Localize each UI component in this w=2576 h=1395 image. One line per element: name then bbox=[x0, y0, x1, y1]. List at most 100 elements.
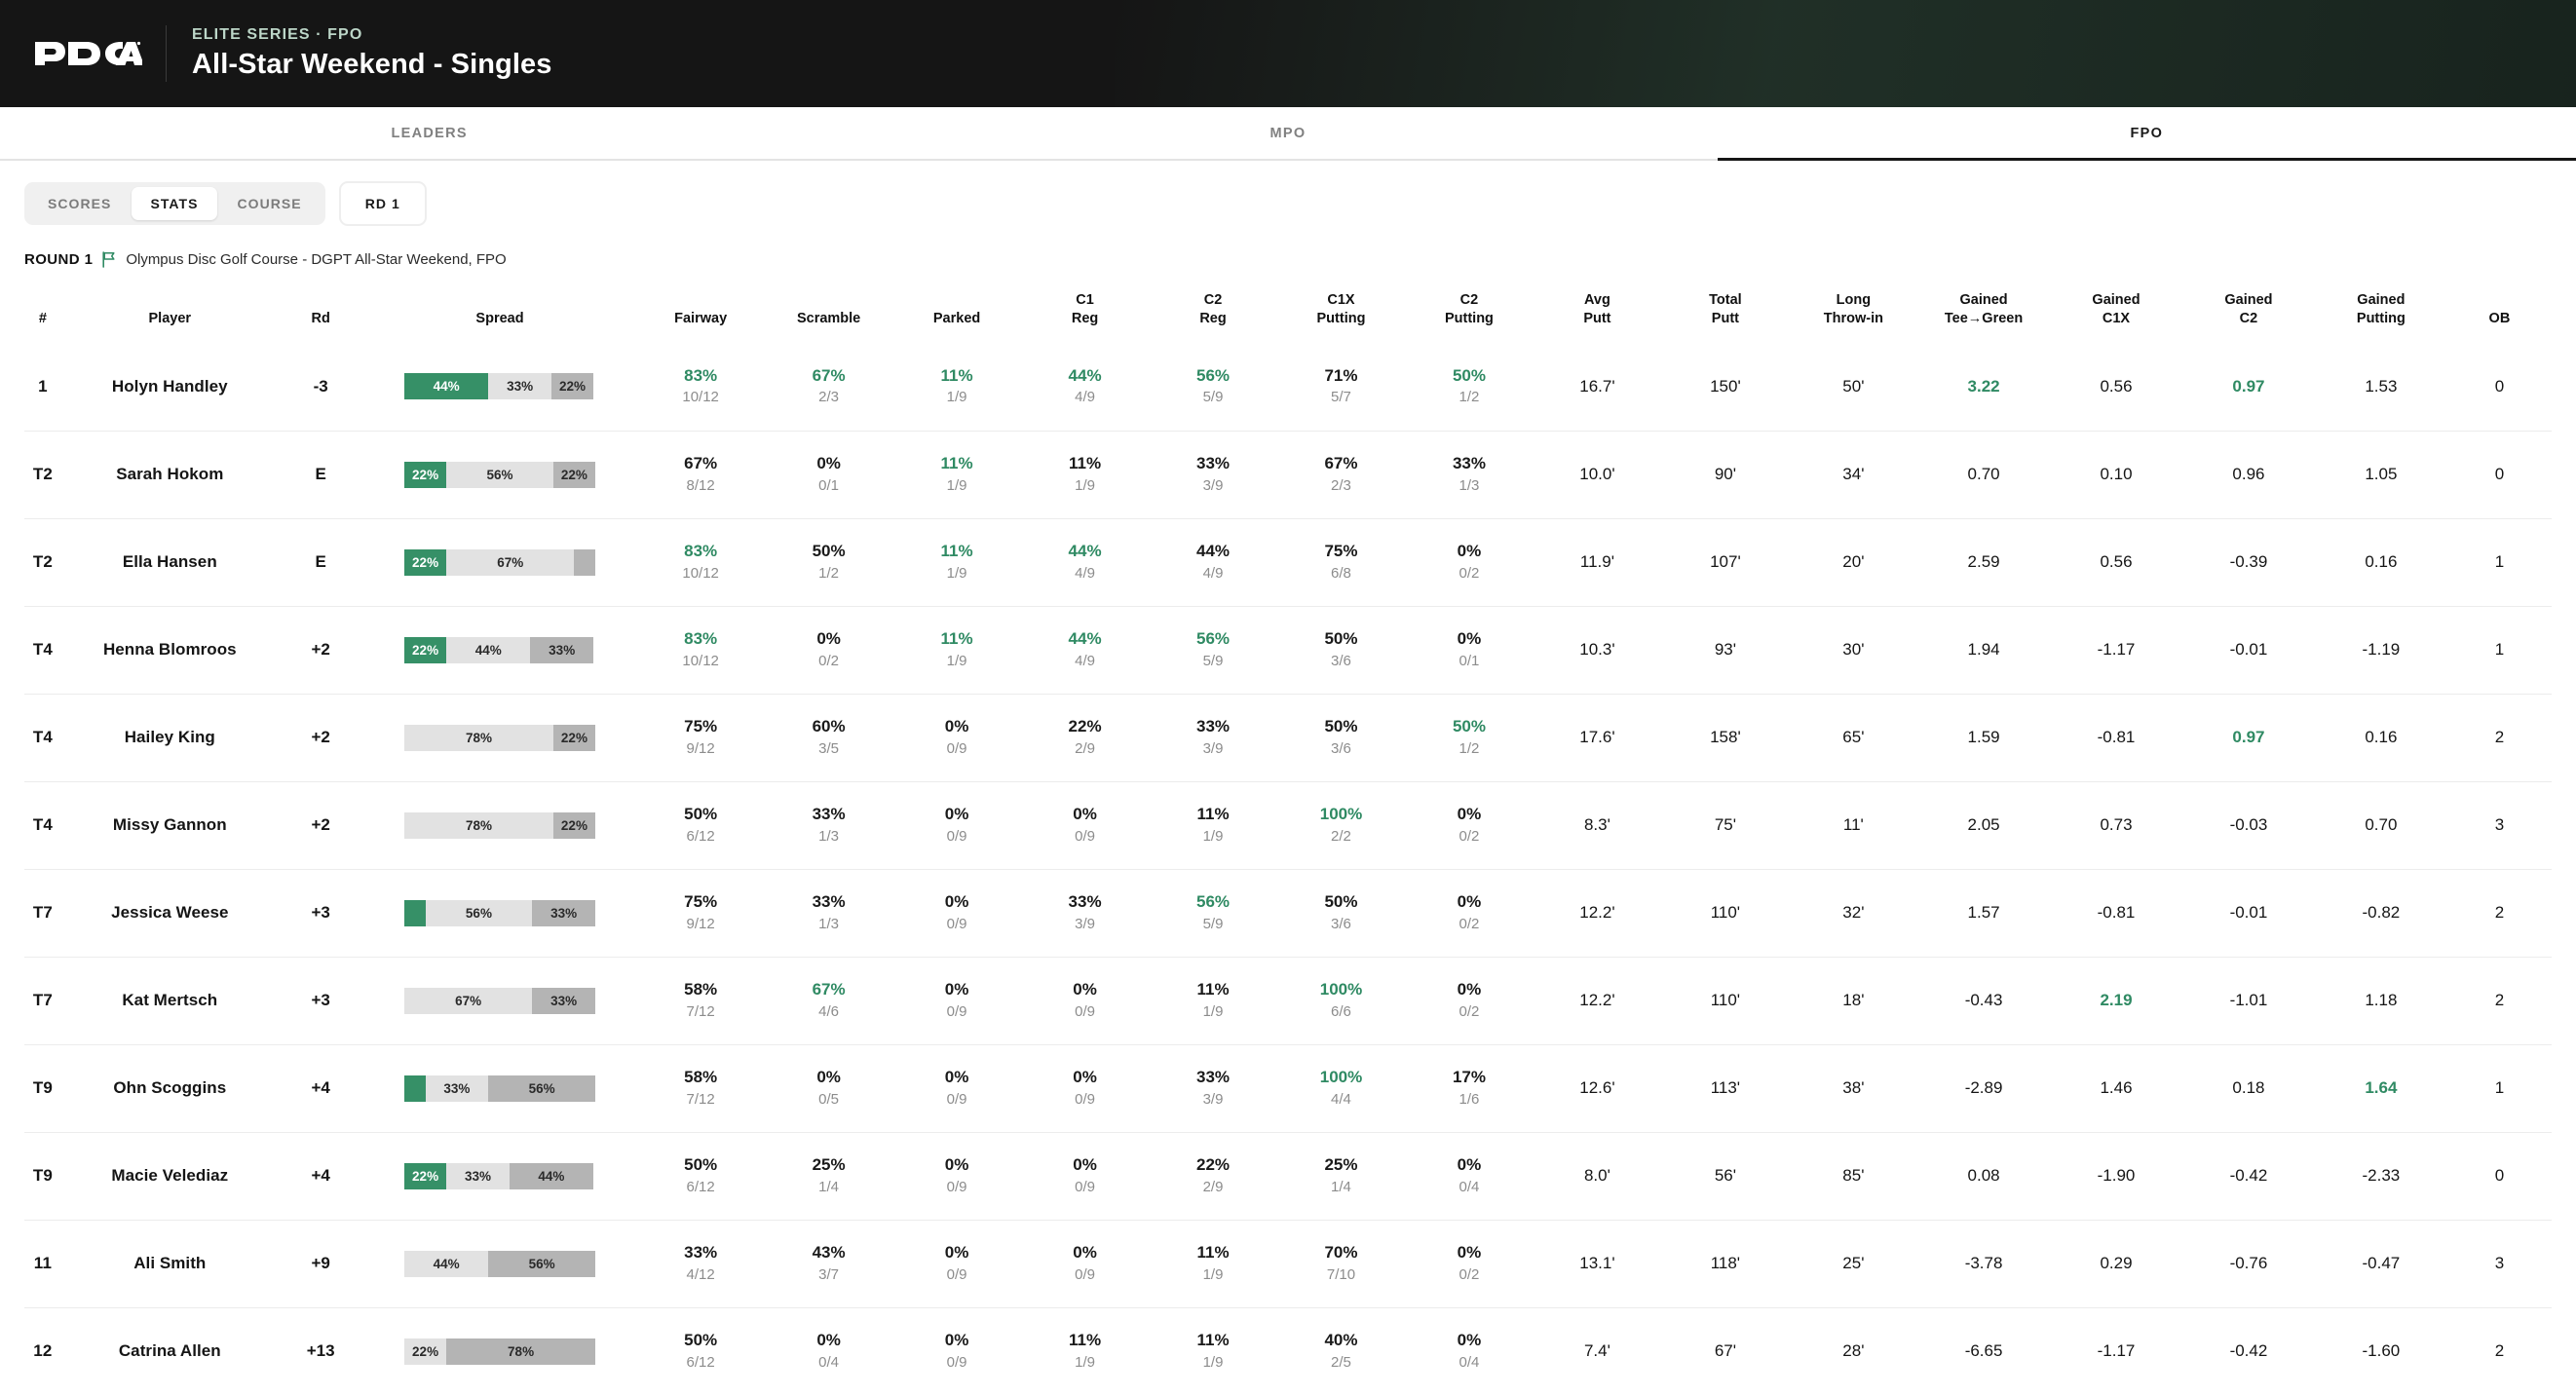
column-header-total-putt[interactable]: Total Putt bbox=[1661, 283, 1789, 343]
stat-gained-tee-to-green: 0.70 bbox=[1967, 465, 2000, 484]
table-row[interactable]: 12 Catrina Allen +13 22% 78% 50% 6/12 0% 0/4 0% 0/… bbox=[24, 1307, 2552, 1395]
round-score: +9 bbox=[311, 1254, 330, 1273]
stat-fraction: 1/4 bbox=[1331, 1178, 1351, 1195]
column-header-gained-tee-to-green[interactable]: Gained Tee→Green bbox=[1917, 283, 2050, 343]
table-row[interactable]: T2 Sarah Hokom E 22% 56% 22% 67% 8/12 0% 0/1 11% 1/… bbox=[24, 431, 2552, 518]
stat-fraction: 0/9 bbox=[1075, 1002, 1095, 1020]
column-header-rd[interactable]: Rd bbox=[279, 283, 363, 343]
stat-fraction: 1/9 bbox=[1202, 1353, 1224, 1371]
stat-gained-c2: -0.42 bbox=[2229, 1166, 2268, 1186]
stat-percent: 50% bbox=[1452, 365, 1486, 385]
spread-segment-par: 22% bbox=[404, 1338, 447, 1365]
stat-percent: 11% bbox=[940, 541, 973, 560]
stat-gained-putting: 0.70 bbox=[2365, 815, 2398, 835]
table-row[interactable]: T9 Macie Velediaz +4 22% 33% 44% 50% 6/12 25% 1/4… bbox=[24, 1132, 2552, 1220]
column-header-player[interactable]: Player bbox=[61, 283, 279, 343]
column-header-fairway[interactable]: Fairway bbox=[636, 283, 764, 343]
column-header-rank[interactable]: # bbox=[24, 283, 61, 343]
player-name[interactable]: Hailey King bbox=[61, 694, 279, 781]
stat-total-putt: 110' bbox=[1710, 991, 1741, 1010]
column-header-gained-c2[interactable]: Gained C2 bbox=[2182, 283, 2315, 343]
segment-course[interactable]: COURSE bbox=[219, 187, 321, 220]
stat-fraction: 0/4 bbox=[818, 1353, 840, 1371]
column-header-c1x-putting[interactable]: C1X Putting bbox=[1277, 283, 1405, 343]
stat-fairway: 83% 10/12 bbox=[636, 343, 764, 431]
tab-fpo[interactable]: FPO bbox=[1717, 107, 2576, 161]
segment-stats[interactable]: STATS bbox=[132, 187, 217, 220]
player-name[interactable]: Jessica Weese bbox=[61, 869, 279, 957]
round-button-rd1[interactable]: RD 1 bbox=[345, 187, 421, 220]
player-name[interactable]: Ohn Scoggins bbox=[61, 1044, 279, 1132]
player-name[interactable]: Holyn Handley bbox=[61, 343, 279, 431]
stat-ob: 3 bbox=[2494, 1254, 2505, 1273]
table-row[interactable]: T7 Kat Mertsch +3 67% 33% 58% 7/12 67% 4/6 0% 0/9 0… bbox=[24, 957, 2552, 1044]
round-score: E bbox=[315, 552, 326, 572]
column-header-gained-putting[interactable]: Gained Putting bbox=[2315, 283, 2447, 343]
spread-bar-cell: 78% 22% bbox=[363, 694, 637, 781]
segment-scores[interactable]: SCORES bbox=[29, 187, 130, 220]
player-name[interactable]: Macie Velediaz bbox=[61, 1132, 279, 1220]
stat-total-putt: 67' bbox=[1714, 1341, 1736, 1361]
header-label-2: Reg bbox=[1199, 310, 1227, 326]
stat-percent: 0% bbox=[944, 1154, 969, 1174]
stat-fraction: 1/2 bbox=[818, 564, 840, 582]
stat-scramble: 43% 3/7 bbox=[765, 1220, 892, 1307]
stat-percent: 67% bbox=[1324, 453, 1358, 472]
player-name[interactable]: Sarah Hokom bbox=[61, 431, 279, 518]
column-header-scramble[interactable]: Scramble bbox=[765, 283, 892, 343]
player-name[interactable]: Henna Blomroos bbox=[61, 606, 279, 694]
stat-percent: 25% bbox=[812, 1154, 846, 1174]
column-header-c2-putting[interactable]: C2 Putting bbox=[1405, 283, 1533, 343]
table-row[interactable]: 11 Ali Smith +9 44% 56% 33% 4/12 43% 3/7 0% 0/9 0% 0… bbox=[24, 1220, 2552, 1307]
stat-ob: 1 bbox=[2494, 552, 2505, 572]
stat-fraction: 4/12 bbox=[686, 1265, 715, 1283]
stat-percent: 43% bbox=[812, 1242, 846, 1262]
stat-percent: 56% bbox=[1196, 628, 1231, 648]
player-name[interactable]: Ali Smith bbox=[61, 1220, 279, 1307]
column-header-c2reg[interactable]: C2 Reg bbox=[1149, 283, 1276, 343]
tab-mpo[interactable]: MPO bbox=[858, 107, 1717, 159]
column-header-ob[interactable]: OB bbox=[2447, 283, 2552, 343]
stat-percent: 50% bbox=[684, 804, 718, 823]
stat-c2-putting: 17% 1/6 bbox=[1405, 1044, 1533, 1132]
stat-c2-reg: 44% 4/9 bbox=[1149, 518, 1276, 606]
player-name[interactable]: Catrina Allen bbox=[61, 1307, 279, 1395]
table-row[interactable]: T4 Hailey King +2 78% 22% 75% 9/12 60% 3/5 0% 0/9 2… bbox=[24, 694, 2552, 781]
stat-c2-putting: 50% 1/2 bbox=[1405, 694, 1533, 781]
tab-leaders[interactable]: LEADERS bbox=[0, 107, 858, 159]
column-header-long-throw-in[interactable]: Long Throw-in bbox=[1790, 283, 1917, 343]
stat-percent: 44% bbox=[1196, 541, 1231, 560]
stat-c2-putting: 0% 0/2 bbox=[1405, 957, 1533, 1044]
table-row[interactable]: T2 Ella Hansen E 22% 67% 83% 10/12 50% 1/2 11% 1/9… bbox=[24, 518, 2552, 606]
pdga-logo-icon[interactable] bbox=[33, 34, 142, 73]
table-row[interactable]: T4 Henna Blomroos +2 22% 44% 33% 83% 10/12 0% 0/2… bbox=[24, 606, 2552, 694]
stat-fraction: 0/9 bbox=[946, 1002, 967, 1020]
stat-c1-reg: 22% 2/9 bbox=[1021, 694, 1149, 781]
player-name[interactable]: Kat Mertsch bbox=[61, 957, 279, 1044]
player-name[interactable]: Missy Gannon bbox=[61, 781, 279, 869]
stat-percent: 0% bbox=[1457, 628, 1482, 648]
stat-c2-reg: 33% 3/9 bbox=[1149, 431, 1276, 518]
stat-gained-c1x: -0.81 bbox=[2097, 728, 2136, 747]
stat-long-throw-in: 50' bbox=[1842, 376, 1865, 396]
stat-ob: 0 bbox=[2494, 465, 2505, 484]
column-header-c1reg[interactable]: C1 Reg bbox=[1021, 283, 1149, 343]
player-name[interactable]: Ella Hansen bbox=[61, 518, 279, 606]
stat-percent: 0% bbox=[1457, 1331, 1482, 1350]
column-header-avg-putt[interactable]: Avg Putt bbox=[1534, 283, 1661, 343]
stat-gained-putting: -2.33 bbox=[2362, 1166, 2401, 1186]
stat-percent: 0% bbox=[816, 1331, 841, 1350]
column-header-gained-c1x[interactable]: Gained C1X bbox=[2050, 283, 2182, 343]
stat-c2-putting: 0% 0/4 bbox=[1405, 1307, 1533, 1395]
table-row[interactable]: T7 Jessica Weese +3 56% 33% 75% 9/12 33% 1/3 0% 0/… bbox=[24, 869, 2552, 957]
stat-percent: 0% bbox=[816, 1067, 841, 1086]
spread-bar: 33% 56% bbox=[404, 1075, 595, 1102]
table-row[interactable]: 1 Holyn Handley -3 44% 33% 22% 83% 10/12 67% 2/3 1… bbox=[24, 343, 2552, 431]
table-row[interactable]: T4 Missy Gannon +2 78% 22% 50% 6/12 33% 1/3 0% 0/9… bbox=[24, 781, 2552, 869]
column-header-spread[interactable]: Spread bbox=[363, 283, 637, 343]
column-header-parked[interactable]: Parked bbox=[892, 283, 1020, 343]
spread-bar-cell: 44% 33% 22% bbox=[363, 343, 637, 431]
stat-c1-reg: 0% 0/9 bbox=[1021, 1044, 1149, 1132]
stat-percent: 0% bbox=[1457, 541, 1482, 560]
table-row[interactable]: T9 Ohn Scoggins +4 33% 56% 58% 7/12 0% 0/5 0% 0/9 0… bbox=[24, 1044, 2552, 1132]
